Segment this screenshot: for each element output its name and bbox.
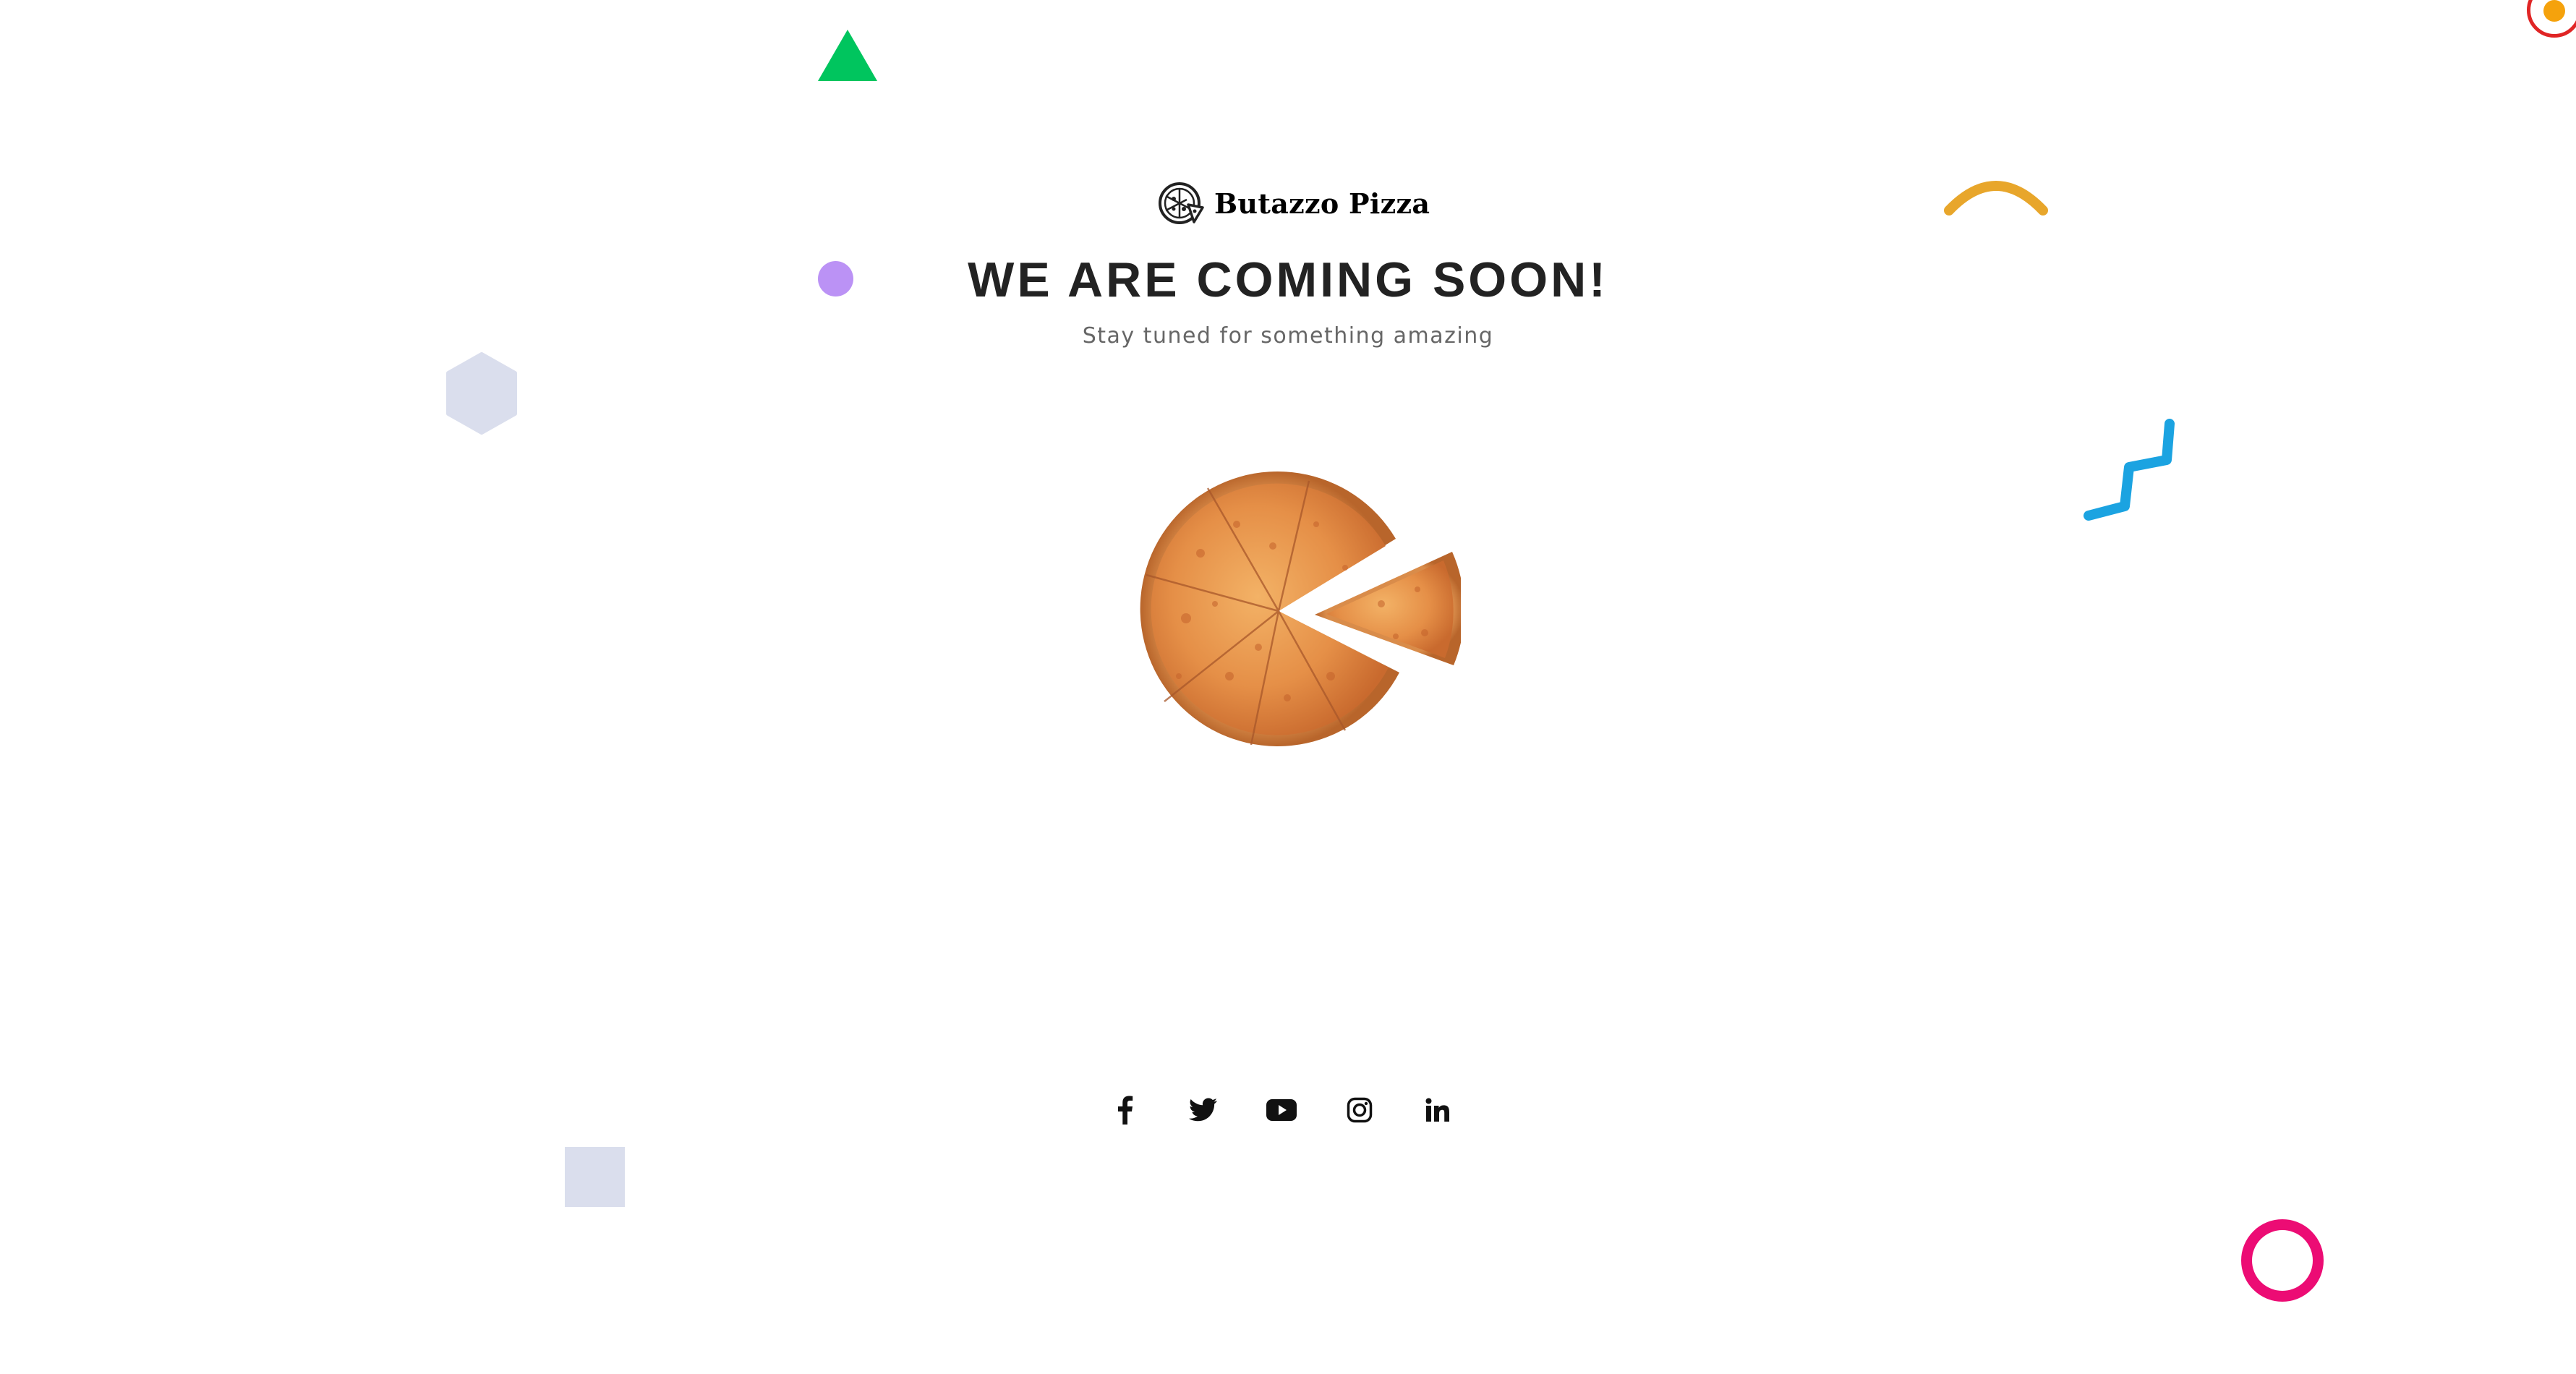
zigzag-decoration [2084,419,2175,521]
pizza-logo-icon [1159,182,1204,224]
twitter-icon [1189,1098,1217,1122]
orange-dot-decoration [2543,0,2565,22]
brand[interactable]: Butazzo Pizza [1158,179,1430,227]
hexagon-decoration [446,352,517,435]
twitter-link[interactable] [1185,1092,1221,1128]
facebook-icon [1118,1096,1133,1125]
pizza-with-slice-image [1140,471,1461,746]
green-triangle-decoration [818,30,877,81]
tagline: Stay tuned for something amazing [1082,323,1494,349]
brand-name: Butazzo Pizza [1214,187,1430,220]
youtube-icon [1266,1099,1297,1121]
coming-soon-page: Butazzo Pizza WE ARE COMING SOON! Stay t… [0,0,2576,1374]
arc-decoration [1944,181,2048,216]
square-decoration [565,1147,625,1207]
youtube-link[interactable] [1263,1092,1300,1128]
instagram-link[interactable] [1342,1092,1378,1128]
social-links [1107,1091,1456,1130]
instagram-icon [1347,1097,1373,1123]
pink-ring-decoration [2241,1219,2324,1302]
linkedin-icon [1425,1098,1449,1122]
headline: WE ARE COMING SOON! [968,252,1608,307]
facebook-link[interactable] [1107,1092,1143,1128]
linkedin-link[interactable] [1420,1092,1456,1128]
